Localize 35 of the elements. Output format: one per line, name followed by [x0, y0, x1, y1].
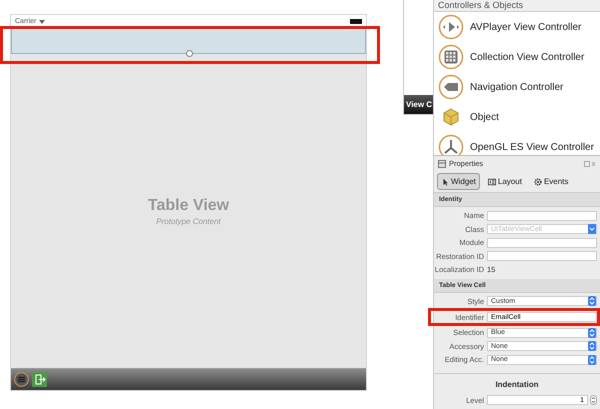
grid-icon [438, 44, 464, 70]
updown-icon [588, 354, 596, 365]
inspector-tab[interactable]: Widget [437, 173, 480, 190]
section-header: Indentation [434, 372, 600, 392]
gear-icon [534, 178, 542, 186]
stepper-icon[interactable] [590, 395, 597, 406]
library-item[interactable]: Navigation Controller [470, 82, 564, 92]
cursor-icon [441, 178, 449, 186]
window-controls-icon[interactable] [584, 160, 596, 168]
table-view-title: Table View [148, 196, 230, 214]
list-icon[interactable] [14, 372, 29, 387]
table-view-subtitle: Prototype Content [156, 216, 221, 226]
scene-label: View C [404, 95, 433, 114]
chevron-icon [588, 224, 596, 234]
library-item[interactable]: Collection View Controller [470, 52, 584, 62]
panel-icon [438, 160, 446, 168]
library-item[interactable]: AVPlayer View Controller [470, 22, 582, 32]
updown-icon [588, 296, 596, 306]
library-item[interactable]: OpenGL ES View Controller [470, 142, 594, 152]
inspector-tab[interactable]: Events [530, 173, 572, 190]
player-icon [438, 14, 464, 40]
text-field[interactable] [487, 210, 597, 221]
text-field[interactable] [487, 251, 597, 262]
tag-icon [438, 74, 464, 100]
updown-icon [588, 328, 596, 338]
layout-icon [488, 178, 496, 186]
exit-icon[interactable] [32, 372, 47, 387]
battery-icon [350, 19, 362, 24]
updown-icon [588, 341, 596, 352]
library-item[interactable]: Object [470, 112, 499, 122]
resize-handle[interactable] [186, 50, 192, 57]
text-field[interactable] [487, 238, 597, 248]
library-title: Controllers & Objects [434, 0, 600, 12]
inspector-tab[interactable]: Layout [484, 173, 526, 190]
table-cell[interactable] [11, 28, 366, 54]
